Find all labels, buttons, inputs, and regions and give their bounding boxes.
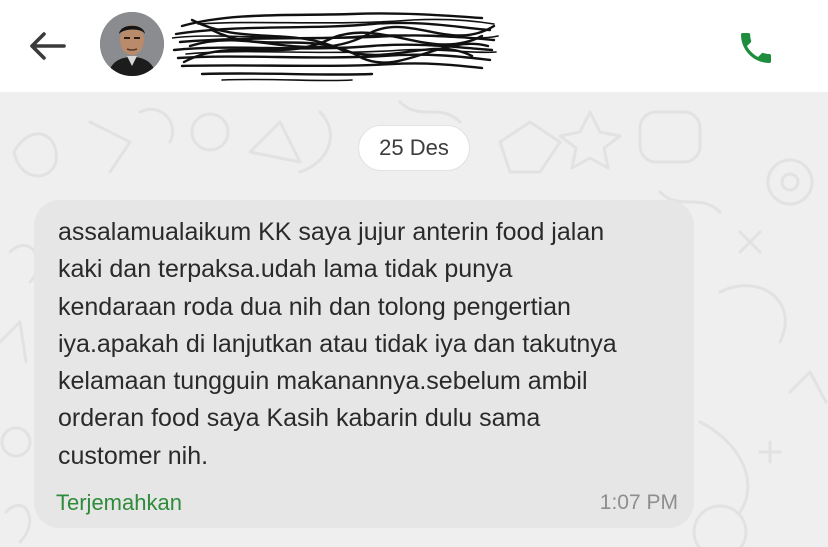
redaction-scribble [172,12,499,82]
message-line: iya.apakah di lanjutkan atau tidak iya d… [58,329,617,358]
chat-area[interactable]: 25 Des assalamualaikum KK saya jujur ant… [0,92,828,547]
message-line: kendaraan roda dua nih dan tolong penger… [58,292,571,321]
message-text: assalamualaikum KK saya jujur anterin fo… [58,214,688,475]
contact-name-redacted[interactable] [172,6,502,88]
back-button[interactable] [22,24,72,68]
call-button[interactable] [730,24,782,72]
message-line: kelamaan tungguin makanannya.sebelum amb… [58,367,588,396]
date-separator: 25 Des [358,125,470,171]
translate-link[interactable]: Terjemahkan [56,490,182,516]
date-label: 25 Des [379,135,449,160]
message-line: customer nih. [58,441,209,470]
chat-header [0,0,828,92]
message-timestamp: 1:07 PM [599,491,678,514]
message-line: kaki dan terpaksa.udah lama tidak punya [58,255,513,284]
contact-avatar[interactable] [100,12,164,76]
message-line: orderan food saya Kasih kabarin dulu sam… [58,404,541,433]
phone-icon [741,33,771,63]
message-line: assalamualaikum KK saya jujur anterin fo… [58,218,605,246]
arrow-left-icon [30,32,66,60]
chat-screen: 25 Des assalamualaikum KK saya jujur ant… [0,0,828,547]
avatar-photo [100,12,164,76]
incoming-message-bubble[interactable]: assalamualaikum KK saya jujur anterin fo… [34,200,694,528]
